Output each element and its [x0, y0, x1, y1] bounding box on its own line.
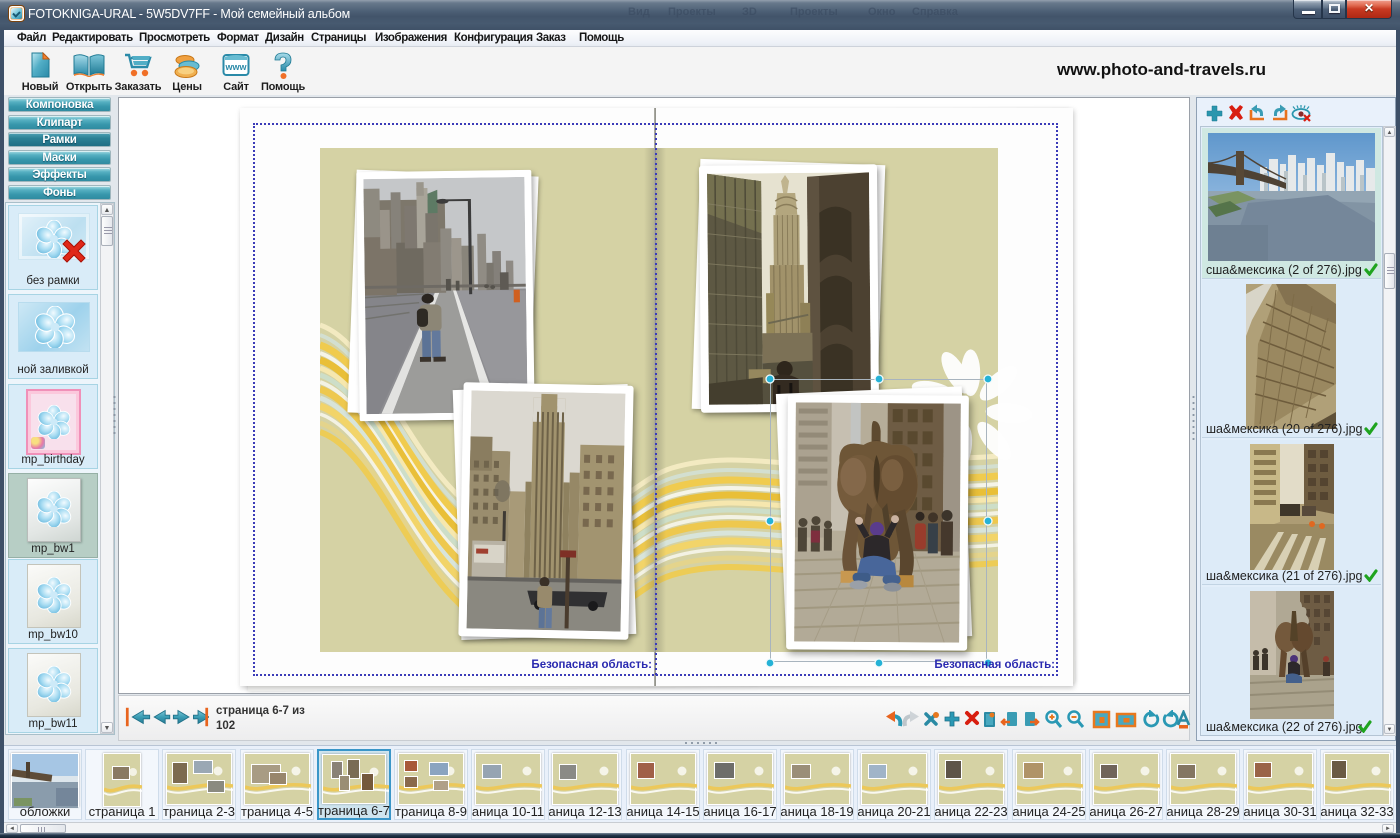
svg-text:www: www [224, 62, 247, 72]
